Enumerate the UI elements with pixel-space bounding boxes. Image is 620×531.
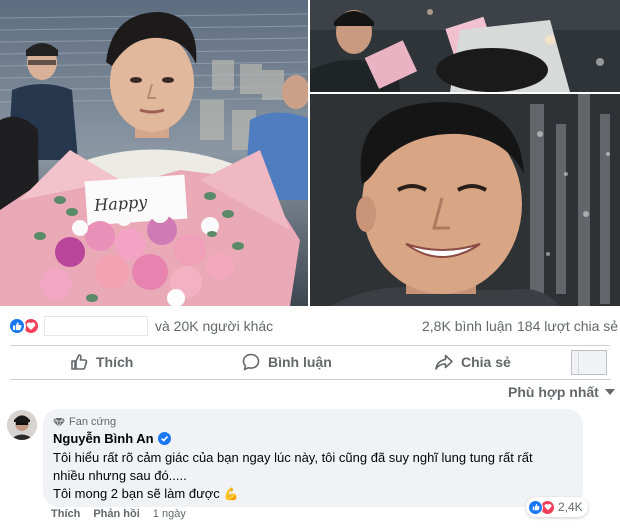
post-action-bar: Thích Bình luận Chia sẻ — [0, 345, 620, 379]
avatar[interactable] — [7, 410, 37, 440]
share-button[interactable]: Chia sẻ — [434, 345, 511, 379]
sort-label: Phù hợp nhất — [508, 384, 599, 400]
verified-badge-icon — [157, 432, 171, 445]
comment-author[interactable]: Nguyễn Bình An — [53, 431, 171, 446]
top-fan-badge: Fan cứng — [53, 416, 116, 428]
like-button[interactable]: Thích — [69, 345, 133, 379]
like-icon — [528, 499, 543, 515]
reaction-icons[interactable] — [8, 317, 42, 335]
thumbs-up-icon — [71, 354, 88, 370]
profile-switcher-avatar[interactable] — [571, 350, 607, 375]
diamond-icon — [53, 417, 65, 427]
comment-count[interactable]: 2,8K bình luận — [422, 318, 512, 334]
reactor-names-redacted[interactable] — [44, 316, 148, 336]
comment-timestamp[interactable]: 1 ngày — [153, 508, 186, 520]
reactions-summary-row: và 20K người khác 2,8K bình luận 184 lượ… — [0, 307, 620, 345]
comment-text: Tôi hiểu rất rõ cảm giác của bạn ngay lú… — [53, 449, 573, 503]
comment-reaction-number: 2,4K — [558, 500, 583, 514]
comment-button-label: Bình luận — [268, 354, 332, 370]
comment-line-with-emoji: Tôi mong 2 bạn sẽ làm được 💪 — [53, 485, 573, 503]
share-count[interactable]: 184 lượt chia sẻ — [517, 318, 618, 334]
post-photo-grid: Happy — [0, 0, 620, 307]
comment-line: nhiều nhưng sau đó..... — [53, 468, 187, 483]
comment-reaction-count[interactable]: 2,4K — [526, 497, 588, 517]
comment-like-link[interactable]: Thích — [51, 508, 80, 520]
share-button-label: Chia sẻ — [461, 354, 511, 370]
divider — [10, 379, 610, 380]
comment-actions: Thích Phản hồi 1 ngày — [51, 508, 186, 520]
like-icon — [8, 317, 26, 335]
share-arrow-icon — [435, 354, 453, 370]
author-name: Nguyễn Bình An — [53, 431, 154, 446]
flexed-biceps-emoji: 💪 — [223, 487, 239, 501]
comment-button[interactable]: Bình luận — [241, 345, 332, 379]
photo-smiling-young-man-closeup[interactable] — [310, 94, 620, 306]
photo-young-man-holding-bouquet[interactable]: Happy — [0, 0, 308, 306]
chevron-down-icon — [604, 389, 615, 395]
comment-sort-dropdown[interactable]: Phù hợp nhất — [508, 384, 615, 400]
comment-icon — [242, 353, 260, 371]
like-button-label: Thích — [96, 354, 134, 370]
comment-reply-link[interactable]: Phản hồi — [93, 508, 139, 520]
comment-bubble: Fan cứng Nguyễn Bình An Tôi hiểu rất rõ … — [43, 409, 583, 507]
comment-line: Tôi mong 2 bạn sẽ làm được — [53, 486, 220, 501]
photo-people-holding-bouquets[interactable] — [310, 0, 620, 92]
reaction-others-text[interactable]: và 20K người khác — [155, 318, 273, 334]
comment-line: Tôi hiểu rất rõ cảm giác của bạn ngay lú… — [53, 450, 533, 465]
badge-label: Fan cứng — [69, 416, 117, 428]
